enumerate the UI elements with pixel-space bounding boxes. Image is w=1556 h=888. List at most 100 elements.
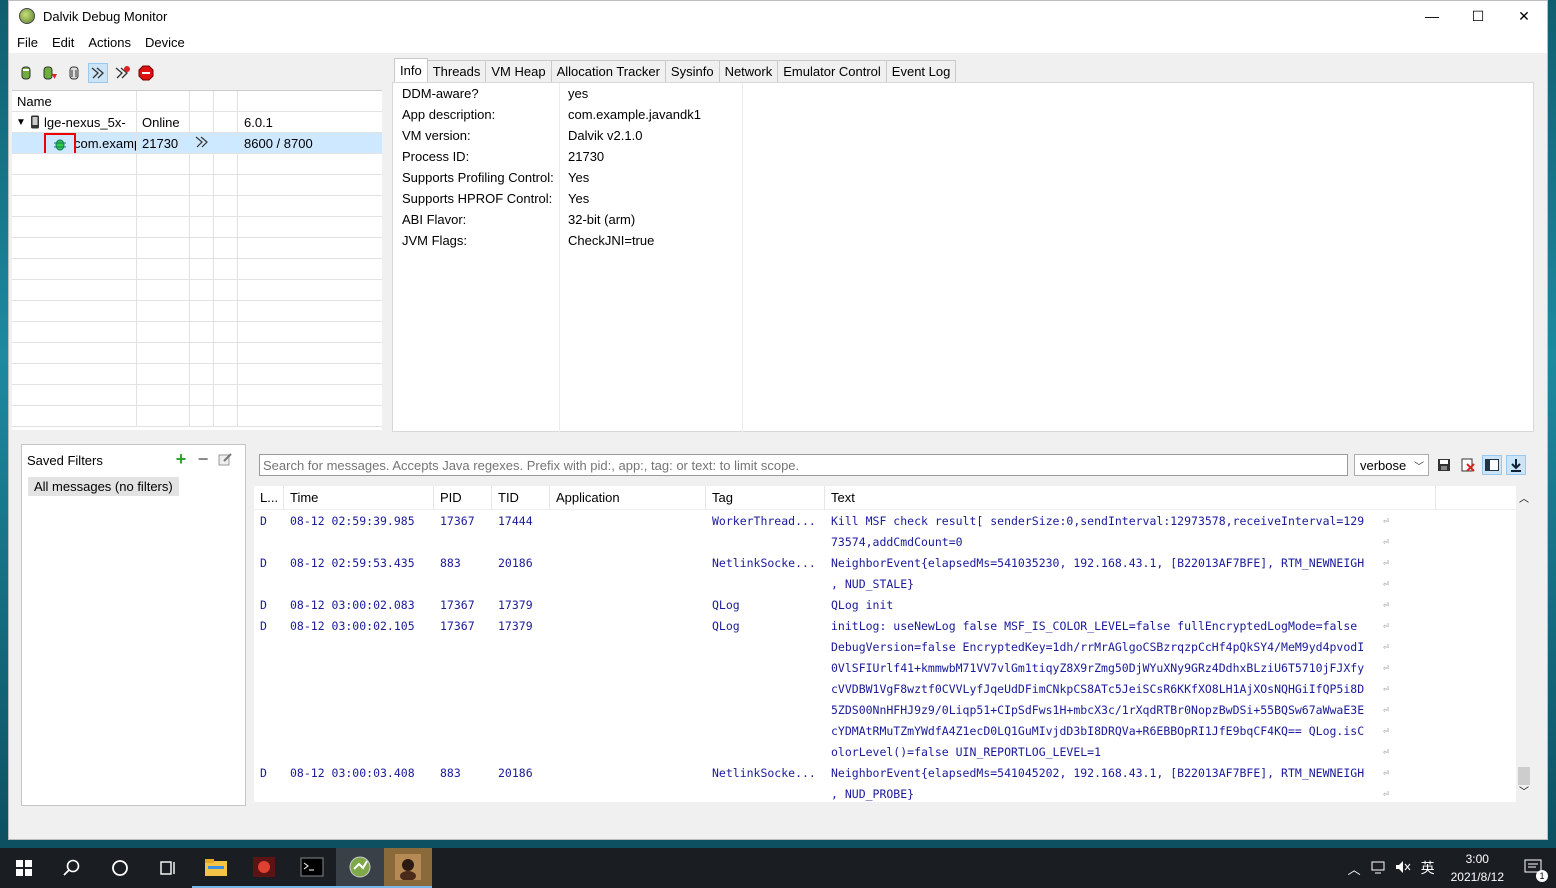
log-row[interactable]: cYDMAtRMuTZmYWdfA4Z1ecD0LQ1GuMIvjdD3bI8D… xyxy=(254,721,1518,742)
cause-gc-icon[interactable] xyxy=(64,63,84,83)
maximize-button[interactable]: ☐ xyxy=(1455,1,1501,31)
pane-splitter[interactable] xyxy=(8,434,1548,444)
scroll-lock-icon[interactable] xyxy=(1506,455,1526,475)
log-cell-text: , NUD_PROBE} xyxy=(831,787,915,801)
log-cell-app xyxy=(550,679,706,700)
log-search-input[interactable] xyxy=(259,454,1348,476)
clear-log-icon[interactable] xyxy=(1458,455,1478,475)
clock-date: 2021/8/12 xyxy=(1450,870,1504,884)
log-row[interactable]: , NUD_STALE} ⏎ xyxy=(254,574,1518,595)
notification-icon[interactable]: 1 xyxy=(1514,859,1556,882)
menu-edit[interactable]: Edit xyxy=(46,35,82,50)
file-explorer-icon[interactable] xyxy=(192,848,240,888)
search-icon[interactable] xyxy=(48,848,96,888)
menu-actions[interactable]: Actions xyxy=(82,35,139,50)
device-row[interactable]: ▼ lge-nexus_5x- Online 6.0.1 xyxy=(12,112,382,133)
menu-device[interactable]: Device xyxy=(139,35,193,50)
log-scrollbar[interactable]: ︿ ﹀ xyxy=(1516,486,1532,802)
menu-file[interactable]: File xyxy=(11,35,46,50)
devices-pane: Name ▼ lge-nexus_5x- Online 6.0.1 com.ex… xyxy=(10,58,388,434)
log-row[interactable]: DebugVersion=false EncryptedKey=1dh/rrMr… xyxy=(254,637,1518,658)
log-row[interactable]: D 08-12 03:00:03.408 883 20186 NetlinkSocke.… xyxy=(254,763,1518,784)
log-row[interactable]: D 08-12 03:00:02.105 17367 17379 QLog initLog… xyxy=(254,616,1518,637)
log-cell-text: 73574,addCmdCount=0 xyxy=(831,535,963,549)
image-app-icon[interactable] xyxy=(384,848,432,888)
thread-updates-icon xyxy=(190,135,210,152)
wrap-indicator-icon: ⏎ xyxy=(1383,684,1390,695)
tab-vm-heap[interactable]: VM Heap xyxy=(485,60,552,82)
log-row[interactable]: D 08-12 02:59:53.435 883 20186 NetlinkSocke.… xyxy=(254,553,1518,574)
log-row[interactable]: olorLevel()=false UIN_REPORTLOG_LEVEL=1 ⏎ xyxy=(254,742,1518,763)
update-heap-icon[interactable] xyxy=(16,63,36,83)
log-cell-time: 08-12 02:59:53.435 xyxy=(290,556,415,570)
wrap-indicator-icon: ⏎ xyxy=(1383,558,1390,569)
log-row[interactable]: 5ZDS00NnHFHJ9z9/0Liqp51+CIpSdFws1H+mbcX3… xyxy=(254,700,1518,721)
log-cell-tag: WorkerThread... xyxy=(712,514,816,528)
app-red-icon[interactable] xyxy=(240,848,288,888)
start-method-profiling-icon[interactable] xyxy=(112,63,132,83)
log-cell-l xyxy=(254,721,284,742)
tab-threads[interactable]: Threads xyxy=(426,60,487,82)
log-cell-tid: 20186 xyxy=(498,556,533,570)
system-tray: ︿ 英 3:00 2021/8/12 1 xyxy=(1342,848,1556,888)
log-row[interactable]: D 08-12 02:59:39.985 17367 17444 WorkerThrea… xyxy=(254,511,1518,532)
log-row[interactable]: , NUD_PROBE} ⏎ xyxy=(254,784,1518,802)
start-icon[interactable] xyxy=(0,848,48,888)
notification-count: 1 xyxy=(1536,869,1548,882)
log-row[interactable]: 0VlSFIUrlf41+kmmwbM71VV7vlGm1tiqyZ8X9rZm… xyxy=(254,658,1518,679)
info-row: Supports Profiling Control: Yes xyxy=(393,167,1533,188)
log-row[interactable]: 73574,addCmdCount=0 ⏎ xyxy=(254,532,1518,553)
collapse-chevron-icon[interactable]: ▼ xyxy=(12,117,30,128)
column-tid-header[interactable]: TID xyxy=(492,486,550,509)
volume-muted-icon[interactable] xyxy=(1391,860,1415,877)
log-cell-pid: 883 xyxy=(440,766,461,780)
cortana-icon[interactable] xyxy=(96,848,144,888)
process-row[interactable]: com.examp 21730 8600 / 8700 xyxy=(12,133,382,154)
tab-network[interactable]: Network xyxy=(718,60,779,82)
column-text-header[interactable]: Text xyxy=(825,486,1436,509)
dump-hprof-icon[interactable] xyxy=(40,63,60,83)
tab-allocation-tracker[interactable]: Allocation Tracker xyxy=(550,60,666,82)
stop-process-icon[interactable] xyxy=(136,63,156,83)
update-threads-icon[interactable] xyxy=(88,63,108,83)
column-application-header[interactable]: Application xyxy=(550,486,706,509)
close-button[interactable]: ✕ xyxy=(1501,1,1547,31)
tab-info[interactable]: Info xyxy=(394,58,428,82)
log-cell-tid xyxy=(492,679,550,700)
remove-filter-icon[interactable]: − xyxy=(196,449,210,469)
log-cell-pid xyxy=(434,700,492,721)
tab-event-log[interactable]: Event Log xyxy=(885,60,957,82)
minimize-button[interactable]: — xyxy=(1409,1,1455,31)
tab-sysinfo[interactable]: Sysinfo xyxy=(664,60,720,82)
column-tag-header[interactable]: Tag xyxy=(706,486,825,509)
log-cell-time xyxy=(284,658,434,679)
ime-indicator[interactable]: 英 xyxy=(1415,858,1441,878)
ddms-taskbar-icon[interactable] xyxy=(336,848,384,888)
clock[interactable]: 3:00 2021/8/12 xyxy=(1441,850,1514,886)
info-row: App description: com.example.javandk1 xyxy=(393,104,1533,125)
column-pid-header[interactable]: PID xyxy=(434,486,492,509)
network-icon[interactable] xyxy=(1367,860,1391,877)
info-pane: Info Threads VM Heap Allocation Tracker … xyxy=(389,58,1534,434)
log-cell-time xyxy=(284,637,434,658)
title-bar[interactable]: Dalvik Debug Monitor — ☐ ✕ xyxy=(9,1,1547,31)
log-row[interactable]: D 08-12 03:00:02.083 17367 17379 QLog QLog in… xyxy=(254,595,1518,616)
tab-emulator-control[interactable]: Emulator Control xyxy=(777,60,887,82)
toggle-filters-pane-icon[interactable] xyxy=(1482,455,1502,475)
column-level-header[interactable]: L... xyxy=(254,486,284,509)
log-cell-tag: NetlinkSocke... xyxy=(712,766,816,780)
edit-filter-icon[interactable] xyxy=(218,452,232,466)
empty-device-row xyxy=(12,217,382,238)
log-row[interactable]: cVVDBW1VgF8wztf0CVVLyfJqeUdDFimCNkpCS8AT… xyxy=(254,679,1518,700)
add-filter-icon[interactable]: + xyxy=(174,449,188,469)
task-view-icon[interactable] xyxy=(144,848,192,888)
scroll-down-icon[interactable]: ﹀ xyxy=(1519,783,1529,798)
column-time-header[interactable]: Time xyxy=(284,486,434,509)
save-log-icon[interactable] xyxy=(1434,455,1454,475)
log-level-select[interactable]: verbose ﹀ xyxy=(1354,454,1429,476)
show-hidden-icons-icon[interactable]: ︿ xyxy=(1342,859,1367,878)
scroll-up-icon[interactable]: ︿ xyxy=(1519,490,1529,505)
terminal-icon[interactable] xyxy=(288,848,336,888)
log-cell-text: , NUD_STALE} xyxy=(831,577,915,591)
filter-all-messages[interactable]: All messages (no filters) xyxy=(28,477,179,496)
